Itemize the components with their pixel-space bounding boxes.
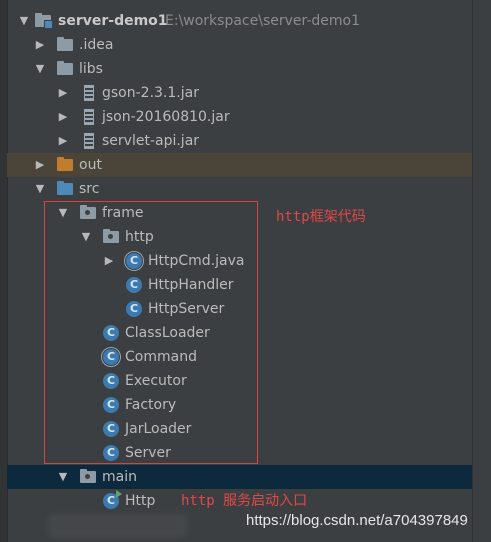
tree-node-httpcmd-java[interactable]: ▶ C HttpCmd.java [7, 249, 472, 273]
frame-annotation: http框架代码 [276, 209, 366, 225]
tree-node-label: HttpHandler [148, 277, 234, 293]
tree-node-label: frame [102, 205, 144, 221]
project-path: E:\workspace\server-demo1 [165, 13, 361, 29]
class-icon: C [126, 301, 142, 317]
package-icon [80, 469, 96, 483]
blurred-region [48, 514, 188, 538]
tree-node-label: Executor [125, 373, 187, 389]
arrow-down-icon[interactable]: ▼ [17, 9, 31, 33]
tree-node-label: Server [125, 445, 171, 461]
class-icon: C [103, 373, 119, 389]
jar-icon [84, 109, 94, 125]
module-folder-icon [35, 13, 53, 29]
jar-icon [84, 133, 94, 149]
tree-node-idea[interactable]: ▶ .idea [7, 33, 472, 57]
tree-node-label: gson-2.3.1.jar [102, 85, 199, 101]
project-tool-window: ▼ server-demo1 E:\workspace\server-demo1… [0, 0, 491, 542]
arrow-down-icon[interactable]: ▼ [56, 465, 70, 489]
arrow-down-icon[interactable]: ▼ [56, 201, 70, 225]
excluded-folder-icon [57, 157, 73, 171]
tree-node-label: ClassLoader [125, 325, 210, 341]
tree-node-label: main [102, 469, 137, 485]
arrow-right-icon[interactable]: ▶ [33, 33, 47, 57]
tree-node-gson-jar[interactable]: ▶ gson-2.3.1.jar [7, 81, 472, 105]
arrow-right-icon[interactable]: ▶ [56, 81, 70, 105]
tree-node-label: HttpCmd.java [148, 253, 245, 269]
arrow-down-icon[interactable]: ▼ [33, 177, 47, 201]
package-icon [80, 205, 96, 219]
tree-node-frame[interactable]: ▼ frame [7, 201, 472, 225]
tree-node-httphandler[interactable]: C HttpHandler [7, 273, 472, 297]
folder-icon [57, 61, 73, 75]
java-file-icon: C [126, 253, 142, 269]
project-name: server-demo1 [58, 13, 168, 29]
class-icon: C [103, 397, 119, 413]
tree-node-label: src [79, 181, 100, 197]
jar-icon [84, 85, 94, 101]
tree-node-label: libs [79, 61, 103, 77]
arrow-right-icon[interactable]: ▶ [33, 153, 47, 177]
tree-node-label: Factory [125, 397, 177, 413]
tree-node-json-jar[interactable]: ▶ json-20160810.jar [7, 105, 472, 129]
tree-node-label: servlet-api.jar [102, 133, 200, 149]
tree-node-label: Command [125, 349, 197, 365]
class-icon: C [103, 325, 119, 341]
tree-node-label: HttpServer [148, 301, 225, 317]
arrow-down-icon[interactable]: ▼ [33, 57, 47, 81]
arrow-right-icon[interactable]: ▶ [56, 129, 70, 153]
tree-node-servlet-api-jar[interactable]: ▶ servlet-api.jar [7, 129, 472, 153]
runnable-class-icon: C [103, 490, 122, 509]
tree-node-label: Http [125, 493, 156, 509]
tree-node-label: .idea [79, 37, 114, 53]
tree-node-executor[interactable]: C Executor [7, 369, 472, 393]
tree-node-jarloader[interactable]: C JarLoader [7, 417, 472, 441]
tree-node-factory[interactable]: C Factory [7, 393, 472, 417]
watermark: https://blog.csdn.net/a704397849 [246, 512, 468, 529]
tree-node-httpserver[interactable]: C HttpServer [7, 297, 472, 321]
class-icon: C [103, 445, 119, 461]
tree-node-classloader[interactable]: C ClassLoader [7, 321, 472, 345]
source-folder-icon [57, 181, 73, 195]
package-icon [103, 229, 119, 243]
tree-node-main[interactable]: ▼ main [7, 465, 472, 489]
tree-node-label: json-20160810.jar [102, 109, 230, 125]
main-annotation: http 服务启动入口 [181, 493, 308, 509]
tree-node-server[interactable]: C Server [7, 441, 472, 465]
tree-node-command[interactable]: C Command [7, 345, 472, 369]
arrow-right-icon[interactable]: ▶ [56, 105, 70, 129]
arrow-down-icon[interactable]: ▼ [79, 225, 93, 249]
tree-node-src[interactable]: ▼ src [7, 177, 472, 201]
vertical-scrollbar[interactable] [472, 0, 491, 542]
tree-node-out[interactable]: ▶ out [7, 153, 472, 177]
tree-node-label: http [125, 229, 154, 245]
tree-node-label: JarLoader [125, 421, 192, 437]
class-icon: C [103, 349, 119, 365]
class-icon: C [103, 421, 119, 437]
tree-node-label: out [79, 157, 102, 173]
tree-node-libs[interactable]: ▼ libs [7, 57, 472, 81]
tree-node-project-root[interactable]: ▼ server-demo1 E:\workspace\server-demo1 [7, 9, 472, 33]
folder-icon [57, 37, 73, 51]
tree-node-http[interactable]: ▼ http [7, 225, 472, 249]
class-icon: C [126, 277, 142, 293]
arrow-right-icon[interactable]: ▶ [102, 249, 116, 273]
